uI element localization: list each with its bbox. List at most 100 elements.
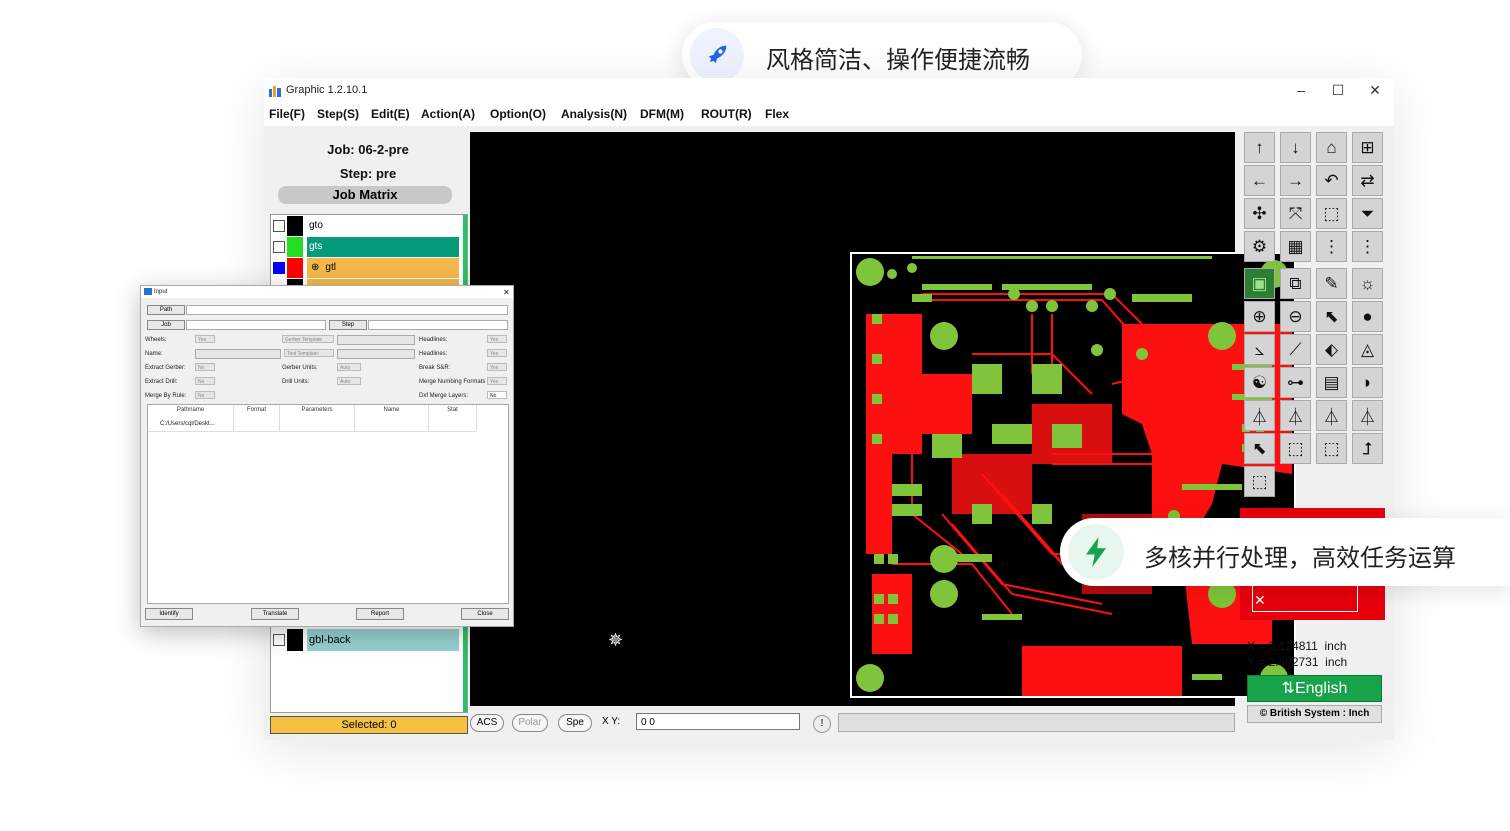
table-row[interactable]: C:/Users/cql/Deskt...: [160, 421, 215, 427]
menu-option[interactable]: Option(O): [490, 107, 546, 121]
pan-right-icon[interactable]: →: [1280, 165, 1311, 196]
pan-down-icon[interactable]: ↓: [1280, 132, 1311, 163]
job-field[interactable]: [186, 320, 326, 330]
dialog-close-icon[interactable]: ✕: [503, 288, 510, 297]
column-header-pathname[interactable]: Pathname: [148, 407, 233, 413]
settings-icon[interactable]: ⚙: [1244, 231, 1275, 262]
path-button[interactable]: Path: [147, 305, 185, 315]
job-matrix-button[interactable]: Job Matrix: [278, 186, 452, 204]
rotate-icon[interactable]: ⬖: [1316, 334, 1347, 365]
identify-button[interactable]: Identify: [145, 608, 193, 620]
layer-row-gto[interactable]: gto: [271, 216, 461, 236]
light-icon[interactable]: ☼: [1352, 268, 1383, 299]
close-button[interactable]: ✕: [1364, 82, 1386, 99]
break-sr-select[interactable]: Yes: [487, 363, 507, 371]
column-header-format[interactable]: Format: [234, 407, 279, 413]
layer-row-gts[interactable]: gts: [271, 237, 461, 257]
menu-dfm[interactable]: DFM(M): [640, 107, 684, 121]
merge-numbering-select[interactable]: Yes: [487, 377, 507, 385]
extract-drill-select[interactable]: No: [195, 377, 215, 385]
gerber-template-field[interactable]: [337, 335, 415, 345]
cluster-icon[interactable]: ●: [1352, 301, 1383, 332]
undo-icon[interactable]: ↶: [1316, 165, 1347, 196]
menu-action[interactable]: Action(A): [421, 107, 475, 121]
shape-icon[interactable]: ◗: [1352, 367, 1383, 398]
layer-checkbox[interactable]: [273, 262, 285, 274]
gerber-units-select[interactable]: Auto: [337, 363, 361, 371]
edit-icon[interactable]: ✎: [1316, 268, 1347, 299]
headlines-select-1[interactable]: Yes: [487, 335, 507, 343]
acs-button[interactable]: ACS: [470, 714, 504, 732]
close-dialog-button[interactable]: Close: [461, 608, 509, 620]
headlines-select-2[interactable]: Yes: [487, 349, 507, 357]
home-icon[interactable]: ⌂: [1316, 132, 1347, 163]
gerber-template-select[interactable]: Gerber Template: [282, 335, 334, 343]
notes-icon[interactable]: ▤: [1316, 367, 1347, 398]
table-icon[interactable]: ▦: [1280, 231, 1311, 262]
measure-icon[interactable]: ⋮: [1316, 231, 1347, 262]
menu-rout[interactable]: ROUT(R): [701, 107, 752, 121]
layer-row-gbl-back[interactable]: gbl-back: [271, 629, 461, 651]
triangle-d-icon[interactable]: ⏃: [1352, 400, 1383, 431]
warning-icon[interactable]: !: [813, 715, 831, 733]
triangle-a-icon[interactable]: ⏃: [1244, 400, 1275, 431]
job-button[interactable]: Job: [147, 320, 185, 330]
copy-icon[interactable]: ⧉: [1280, 268, 1311, 299]
angle-icon[interactable]: ⦣: [1244, 334, 1275, 365]
menu-step[interactable]: Step(S): [317, 107, 359, 121]
pan-left-icon[interactable]: ←: [1244, 165, 1275, 196]
column-header-parameters[interactable]: Parameters: [280, 407, 354, 413]
column-header-name[interactable]: Name: [355, 407, 428, 413]
step-button[interactable]: Step: [329, 320, 367, 330]
path-field[interactable]: [186, 305, 508, 315]
pcb-canvas[interactable]: ✵: [470, 132, 1296, 706]
layer-checkbox[interactable]: [273, 220, 285, 232]
ruler-icon[interactable]: ⬚: [1244, 466, 1275, 497]
line-icon[interactable]: ⟋: [1280, 334, 1311, 365]
maximize-button[interactable]: ☐: [1327, 82, 1349, 99]
measure-alt-icon[interactable]: ⋮: [1352, 231, 1383, 262]
column-header-stat[interactable]: Stat: [429, 407, 476, 413]
layer-checkbox[interactable]: [273, 241, 285, 253]
zoom-window-icon[interactable]: ⬚: [1316, 198, 1347, 229]
report-button[interactable]: Report: [356, 608, 404, 620]
grid-icon[interactable]: ⊞: [1352, 132, 1383, 163]
tool-template-field[interactable]: [337, 349, 415, 359]
dxf-merge-select[interactable]: No: [487, 391, 507, 399]
filter-icon[interactable]: ⏷: [1352, 198, 1383, 229]
extract-gerber-select[interactable]: No: [195, 363, 215, 371]
menu-edit[interactable]: Edit(E): [371, 107, 410, 121]
cursor-add-icon[interactable]: ⬉: [1316, 301, 1347, 332]
wheels-select[interactable]: Yes: [195, 335, 215, 343]
dash-icon[interactable]: ⊶: [1280, 367, 1311, 398]
box-select-icon[interactable]: ⬚: [1280, 433, 1311, 464]
translate-button[interactable]: Translate: [251, 608, 299, 620]
step-field[interactable]: [368, 320, 508, 330]
zoom-in-icon[interactable]: ✣: [1244, 198, 1275, 229]
merge-by-rule-select[interactable]: No: [195, 391, 215, 399]
triangle-b-icon[interactable]: ⏃: [1280, 400, 1311, 431]
doc-select-icon[interactable]: ⬚: [1316, 433, 1347, 464]
name-field[interactable]: [195, 349, 281, 359]
tool-template-select[interactable]: Tool Template:: [284, 349, 334, 357]
add-icon[interactable]: ⊕: [1244, 301, 1275, 332]
menu-flex[interactable]: Flex: [765, 107, 789, 121]
layer-row-gtl[interactable]: ⊕ gtl: [271, 258, 461, 278]
xy-input[interactable]: 0 0: [636, 713, 800, 730]
select-layer-icon[interactable]: ▣: [1244, 268, 1275, 299]
yin-yang-icon[interactable]: ☯: [1244, 367, 1275, 398]
unit-system-button[interactable]: © British System : Inch: [1247, 705, 1382, 723]
layer-checkbox[interactable]: [273, 634, 285, 646]
menu-file[interactable]: File(F): [269, 107, 305, 121]
triangle-c-icon[interactable]: ⏃: [1316, 400, 1347, 431]
mirror-icon[interactable]: ◬: [1352, 334, 1383, 365]
menu-analysis[interactable]: Analysis(N): [561, 107, 627, 121]
spe-button[interactable]: Spe: [558, 714, 592, 732]
pcb-board[interactable]: [850, 252, 1296, 698]
polar-button[interactable]: Polar: [512, 714, 548, 732]
language-button[interactable]: ⇅English: [1247, 675, 1382, 702]
remove-icon[interactable]: ⊖: [1280, 301, 1311, 332]
minimize-button[interactable]: –: [1290, 82, 1312, 98]
pointer-icon[interactable]: ⬉: [1244, 433, 1275, 464]
drill-units-select[interactable]: Auto: [337, 377, 361, 385]
